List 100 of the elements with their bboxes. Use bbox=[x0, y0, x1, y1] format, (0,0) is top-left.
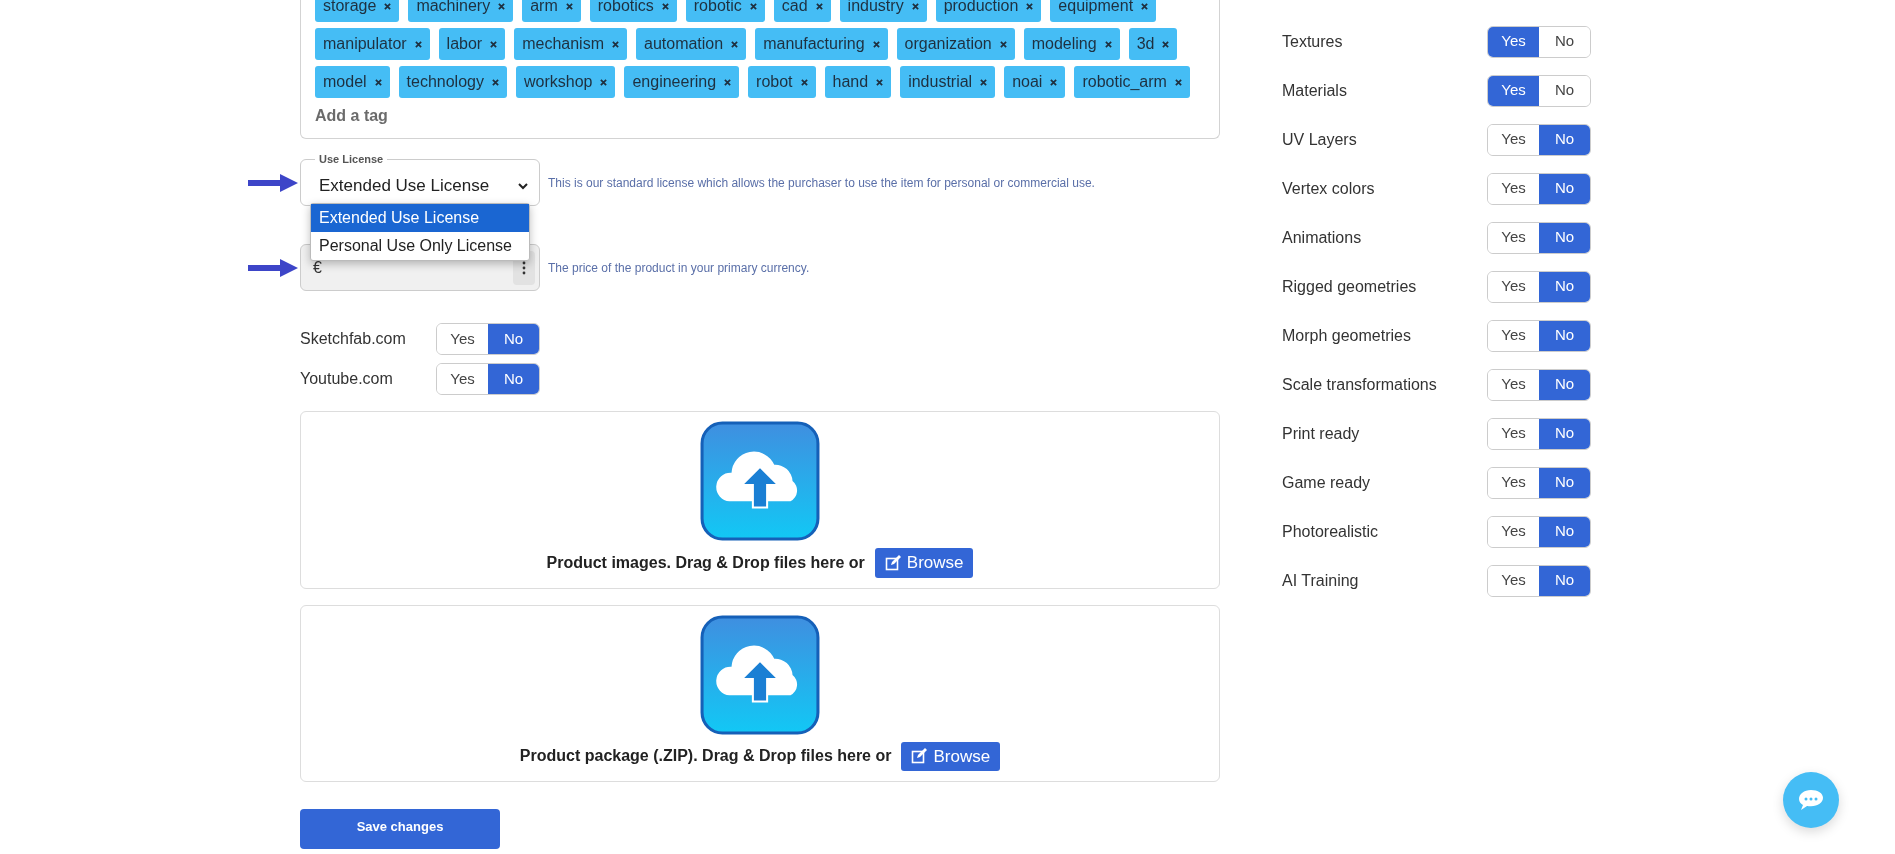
tag: manufacturing bbox=[755, 28, 888, 60]
tag: workshop bbox=[515, 66, 616, 98]
price-value: € bbox=[313, 257, 322, 278]
remove-icon[interactable] bbox=[980, 78, 988, 86]
upload-dropzone[interactable]: Product package (.ZIP). Drag & Drop files here or Browse bbox=[300, 604, 1220, 782]
no-button[interactable]: No bbox=[488, 324, 539, 354]
tag: manipulator bbox=[315, 28, 430, 60]
tag: industry bbox=[839, 0, 927, 22]
tag: robot bbox=[748, 66, 816, 98]
remove-icon[interactable] bbox=[876, 78, 884, 86]
remove-icon[interactable] bbox=[565, 2, 573, 10]
toggle-label: Rigged geometries bbox=[1282, 276, 1418, 297]
save-button[interactable]: Save changes bbox=[300, 809, 500, 849]
remove-icon[interactable] bbox=[384, 2, 392, 10]
edit-icon bbox=[911, 748, 928, 765]
tag: robotic_arm bbox=[1074, 66, 1190, 98]
no-button[interactable]: No bbox=[1539, 369, 1590, 400]
remove-icon[interactable] bbox=[491, 78, 499, 86]
edit-icon bbox=[884, 554, 901, 571]
toggle-label: AI Training bbox=[1282, 570, 1360, 591]
toggle-label: Vertex colors bbox=[1282, 178, 1376, 199]
no-button[interactable]: No bbox=[1539, 222, 1590, 253]
tag: arm bbox=[522, 0, 581, 22]
more-icon bbox=[522, 260, 526, 275]
upload-instructions: Product images. Drag & Drop files here or bbox=[546, 552, 865, 573]
remove-icon[interactable] bbox=[661, 2, 669, 10]
remove-icon[interactable] bbox=[1141, 2, 1149, 10]
no-button[interactable]: No bbox=[1539, 124, 1590, 155]
tag: model bbox=[315, 66, 390, 98]
cloud-upload-icon bbox=[699, 420, 821, 542]
no-button[interactable]: No bbox=[1539, 173, 1590, 204]
tag: production bbox=[935, 0, 1042, 22]
remove-icon[interactable] bbox=[374, 78, 382, 86]
toggle-label: UV Layers bbox=[1282, 129, 1358, 150]
toggle-label: Scale transformations bbox=[1282, 374, 1438, 395]
arrow-icon bbox=[248, 172, 298, 193]
toggle-label: Morph geometries bbox=[1282, 325, 1412, 346]
yes-button[interactable]: Yes bbox=[1488, 75, 1539, 106]
toggle-label: Textures bbox=[1282, 31, 1344, 52]
toggle-label: Game ready bbox=[1282, 472, 1372, 493]
tag: labor bbox=[438, 28, 506, 60]
tag: organization bbox=[896, 28, 1015, 60]
help-text: This is our standard license which allows the purchaser to use the item for personal or commercial use. bbox=[548, 174, 1095, 192]
tag: robotic bbox=[685, 0, 765, 22]
tag-field[interactable] bbox=[300, 0, 1220, 139]
upload-dropzone[interactable]: Product images. Drag & Drop files here or Browse bbox=[300, 411, 1220, 589]
tag: 3d bbox=[1128, 28, 1178, 60]
no-button[interactable]: No bbox=[1539, 467, 1590, 498]
remove-icon[interactable] bbox=[872, 40, 880, 48]
select-value: Extended Use License bbox=[319, 174, 490, 197]
tag: noai bbox=[1004, 66, 1066, 98]
toggle-label: Youtube.com bbox=[300, 369, 394, 389]
no-button[interactable]: No bbox=[488, 364, 539, 394]
remove-icon[interactable] bbox=[749, 2, 757, 10]
tag: mechanism bbox=[514, 28, 627, 60]
toggle-label: Print ready bbox=[1282, 423, 1361, 444]
remove-icon[interactable] bbox=[1174, 78, 1182, 86]
remove-icon[interactable] bbox=[724, 78, 732, 86]
dropdown-option[interactable]: Extended Use License bbox=[311, 204, 529, 232]
remove-icon[interactable] bbox=[1162, 40, 1170, 48]
tag: hand bbox=[824, 66, 892, 98]
remove-icon[interactable] bbox=[612, 40, 619, 48]
remove-icon[interactable] bbox=[999, 40, 1007, 48]
tag: automation bbox=[636, 28, 747, 60]
remove-icon[interactable] bbox=[800, 78, 808, 86]
tag: cad bbox=[773, 0, 831, 22]
remove-icon[interactable] bbox=[911, 2, 919, 10]
yes-button[interactable]: Yes bbox=[1488, 26, 1539, 57]
remove-icon[interactable] bbox=[1104, 40, 1112, 48]
arrow-icon bbox=[248, 257, 298, 278]
remove-icon[interactable] bbox=[414, 40, 422, 48]
tag: modeling bbox=[1023, 28, 1120, 60]
toggle-label: Materials bbox=[1282, 80, 1348, 101]
browse-button[interactable]: Browse bbox=[901, 741, 1001, 771]
help-text: The price of the product in your primary currency. bbox=[548, 259, 810, 277]
toggle-label: Sketchfab.com bbox=[300, 329, 407, 349]
tag: machinery bbox=[408, 0, 514, 22]
upload-instructions: Product package (.ZIP). Drag & Drop files here or bbox=[519, 746, 892, 767]
remove-icon[interactable] bbox=[815, 2, 823, 10]
cloud-upload-icon bbox=[699, 613, 821, 736]
tag: equipment bbox=[1050, 0, 1157, 22]
remove-icon[interactable] bbox=[490, 40, 498, 48]
no-button[interactable]: No bbox=[1539, 516, 1590, 547]
tag: storage bbox=[315, 0, 400, 22]
remove-icon[interactable] bbox=[498, 2, 506, 10]
remove-icon[interactable] bbox=[600, 78, 608, 86]
speech-bubble-icon bbox=[1797, 788, 1825, 812]
toggle-label: Photorealistic bbox=[1282, 521, 1380, 542]
no-button[interactable]: No bbox=[1539, 418, 1590, 449]
tag: technology bbox=[398, 66, 507, 98]
remove-icon[interactable] bbox=[731, 40, 739, 48]
tag: engineering bbox=[624, 66, 740, 98]
no-button[interactable]: No bbox=[1539, 565, 1590, 596]
no-button[interactable]: No bbox=[1539, 320, 1590, 351]
tag: industrial bbox=[900, 66, 996, 98]
remove-icon[interactable] bbox=[1050, 78, 1058, 86]
toggle-label: Animations bbox=[1282, 227, 1363, 248]
no-button[interactable]: No bbox=[1539, 271, 1590, 302]
remove-icon[interactable] bbox=[1026, 2, 1034, 10]
browse-button[interactable]: Browse bbox=[874, 548, 974, 578]
